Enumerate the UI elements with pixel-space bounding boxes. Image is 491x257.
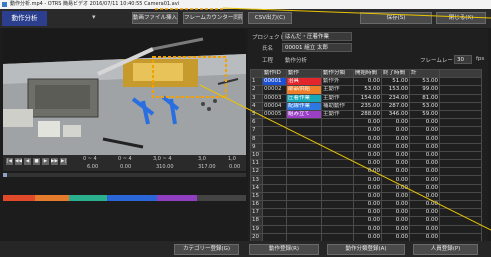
annotation-lines [155, 7, 491, 231]
